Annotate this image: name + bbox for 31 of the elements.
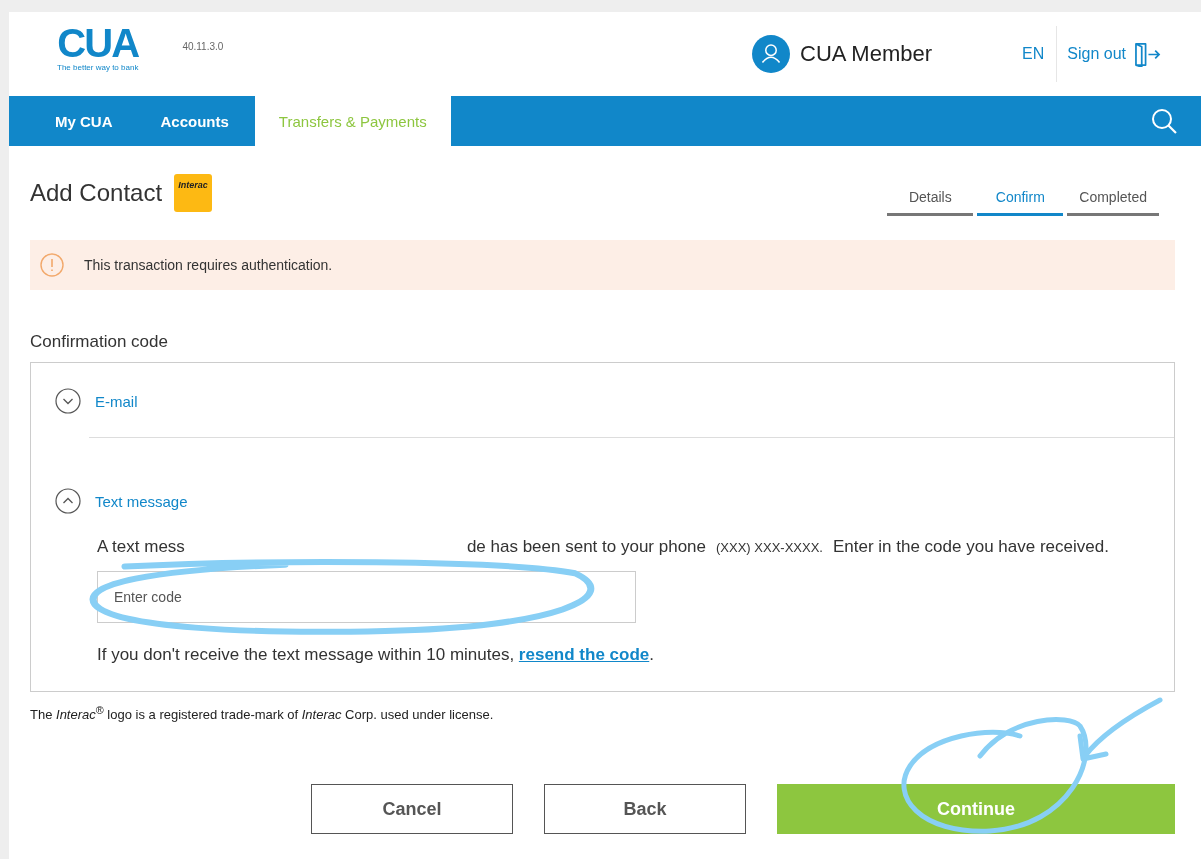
page-title: Add Contact xyxy=(30,179,163,207)
alert-text: This transaction requires authentication. xyxy=(84,257,333,273)
message-text: Enter in the code you have received. xyxy=(832,537,1109,557)
secondary-button[interactable]: Cancel xyxy=(311,784,513,835)
code-input[interactable]: Enter code xyxy=(97,571,636,623)
method-link[interactable]: E-mail xyxy=(95,392,138,410)
message-text: de has been sent to your phone xyxy=(466,537,706,557)
warning-icon xyxy=(40,253,64,277)
interac-logo: Interac xyxy=(174,174,213,212)
version-number: 40.11.3.0 xyxy=(182,40,224,52)
cua-logo[interactable]: CUA The better way to bank xyxy=(57,22,139,72)
resend-note: If you don't receive the text message within 10 minutes, resend the code. xyxy=(97,645,655,665)
disclaimer-text: The Interac$^{®}$ logo is a registered trade-mark of Interac Corp. used under license. xyxy=(30,704,495,723)
nav-tab[interactable]: Transfers & Payments xyxy=(254,96,451,146)
user-name: CUA Member xyxy=(800,41,933,67)
section-label: Confirmation code xyxy=(30,332,169,352)
continue-button[interactable]: Continue xyxy=(777,784,1175,835)
resend-link[interactable]: resend the code xyxy=(518,645,650,664)
sign-out-icon[interactable] xyxy=(1134,41,1161,67)
language-link[interactable]: EN xyxy=(1022,45,1045,63)
nav-tab[interactable]: My CUA xyxy=(31,96,137,146)
nav-tab[interactable]: Accounts xyxy=(136,96,253,146)
secondary-button[interactable]: Back xyxy=(544,784,746,835)
user-avatar-icon xyxy=(752,35,790,73)
phone-number: (XXX) XXX-XXXX. xyxy=(716,540,823,555)
collapse-icon[interactable] xyxy=(55,488,81,514)
expand-icon[interactable] xyxy=(55,388,81,414)
search-icon[interactable] xyxy=(1151,108,1177,134)
sign-out-link[interactable]: Sign out xyxy=(1067,45,1126,63)
method-link[interactable]: Text message xyxy=(95,492,188,510)
message-text: A text mess xyxy=(97,537,185,557)
